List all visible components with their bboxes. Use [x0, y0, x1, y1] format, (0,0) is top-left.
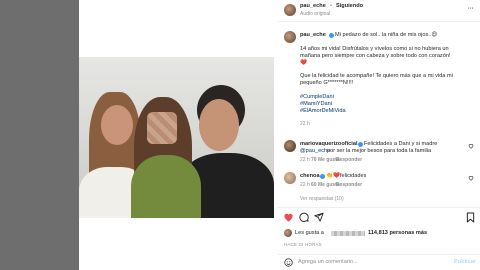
- caption-time[interactable]: 22 h: [300, 121, 310, 128]
- caption-avatar[interactable]: [284, 31, 296, 43]
- post-comment-button[interactable]: Publicar: [454, 259, 476, 266]
- following-button[interactable]: Siguiendo: [336, 3, 363, 10]
- comment-bar: Agrega un comentario... Publicar: [278, 254, 480, 270]
- caption-line: ❤️: [300, 60, 307, 66]
- liker-avatar[interactable]: [284, 229, 292, 237]
- heart-outline-icon[interactable]: [468, 143, 474, 149]
- post-time[interactable]: HACE 22 HORAS: [284, 241, 322, 248]
- post-header: pau_eche • Siguiendo Audio original ···: [278, 0, 480, 22]
- author-username[interactable]: pau_eche: [300, 3, 326, 10]
- reply-button[interactable]: Responder: [336, 182, 362, 189]
- caption-line: mañana pero siempre con cabeza y sobre t…: [300, 53, 451, 59]
- hashtag-link[interactable]: #ElAmorDeMiVida: [300, 108, 346, 115]
- caption-line: pequeño G*******N!!!!: [300, 80, 354, 86]
- divider: [278, 207, 480, 208]
- comment-avatar[interactable]: [284, 140, 296, 152]
- verified-icon: [320, 174, 325, 179]
- bookmark-icon[interactable]: [466, 212, 475, 223]
- share-icon[interactable]: [314, 212, 324, 222]
- emoji-icon[interactable]: [284, 258, 293, 267]
- comment-mention[interactable]: @pau_eche: [300, 148, 330, 155]
- like-heart-icon[interactable]: [283, 212, 294, 222]
- verified-icon: [329, 33, 334, 38]
- hashtag-link[interactable]: #MamiYDani: [300, 101, 332, 108]
- comment-avatar[interactable]: [284, 172, 296, 184]
- comment-time[interactable]: 22 h: [300, 157, 310, 164]
- pixelated-face: [147, 112, 177, 144]
- post-photo[interactable]: [79, 57, 274, 218]
- verified-icon: [358, 142, 363, 147]
- caption-line: Mi pedazo de sol.. la niña de mis ojos..…: [335, 32, 438, 38]
- comment-username[interactable]: chenoa: [300, 173, 320, 180]
- comment-text: por ser la mejor besos para toda la fami…: [327, 148, 432, 154]
- comment-text: 👏❤️felicidades: [326, 173, 367, 179]
- likes-prefix: Les gusta a: [295, 230, 324, 236]
- caption-username[interactable]: pau_eche: [300, 32, 326, 39]
- more-options-icon[interactable]: ···: [468, 6, 474, 13]
- comment-time[interactable]: 22 h: [300, 182, 310, 189]
- separator-dot: •: [330, 3, 332, 9]
- caption-line: Que la felicidad te acompañe! Te quiero …: [300, 73, 453, 79]
- avatar[interactable]: [284, 4, 296, 16]
- view-replies-button[interactable]: Ver respuestas (10): [300, 196, 344, 203]
- hashtag-link[interactable]: #CumpleDani: [300, 94, 334, 101]
- blurred-username: [331, 231, 365, 236]
- comment-input[interactable]: Agrega un comentario...: [298, 259, 358, 266]
- reply-button[interactable]: Responder: [336, 157, 362, 164]
- post-modal: pau_eche • Siguiendo Audio original ··· …: [79, 0, 480, 270]
- audio-label[interactable]: Audio original: [300, 11, 330, 18]
- backdrop[interactable]: pau_eche • Siguiendo Audio original ··· …: [0, 0, 480, 270]
- comment-icon[interactable]: [299, 212, 309, 222]
- heart-outline-icon[interactable]: [468, 175, 474, 181]
- post-sidebar: pau_eche • Siguiendo Audio original ··· …: [278, 0, 480, 270]
- caption-line: 14 años mi vida! Disfrútalos y vívelos c…: [300, 46, 449, 52]
- comment-text: Felicidades a Dani y si madre: [364, 141, 438, 147]
- likes-count[interactable]: 114,813 personas más: [368, 230, 427, 237]
- comment-username[interactable]: mariovaquerizooficial: [300, 141, 358, 148]
